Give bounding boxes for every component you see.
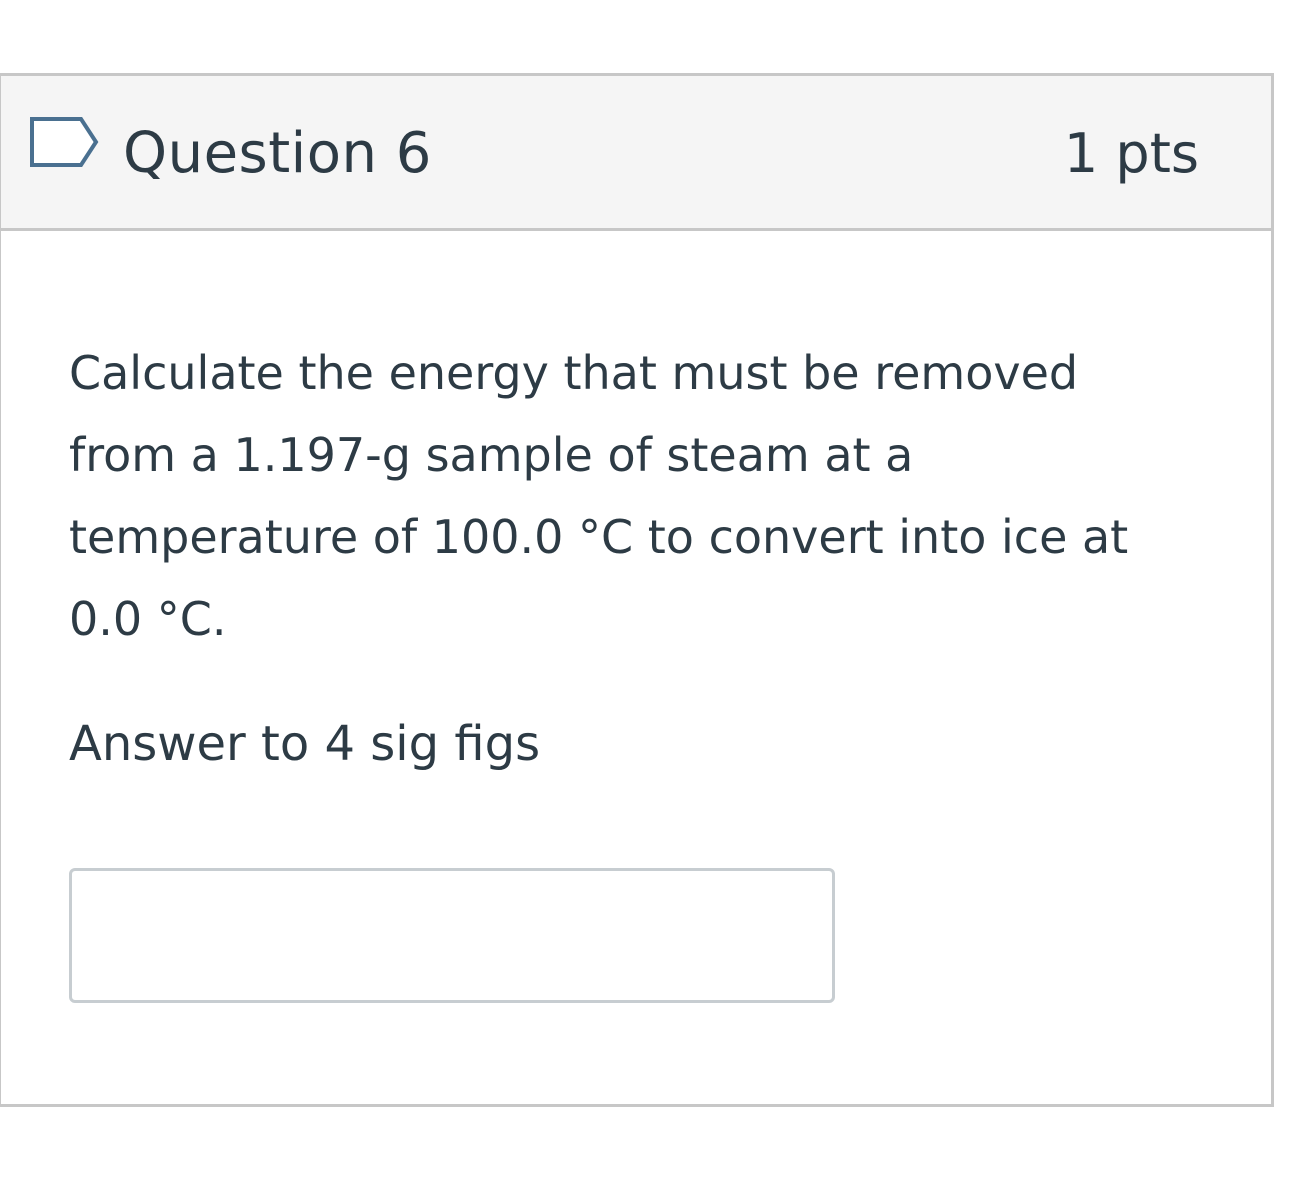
question-points: 1 pts [1063,122,1199,185]
answer-instruction: Answer to 4 sig figs [69,716,541,772]
answer-input[interactable] [69,868,835,1003]
question-text: Calculate the energy that must be remove… [69,346,1129,646]
question-title: Question 6 [123,121,432,186]
bookmark-flag-icon[interactable] [29,116,99,168]
question-card: Question 6 1 pts Calculate the energy th… [0,73,1274,1107]
question-header: Question 6 1 pts [1,76,1271,231]
